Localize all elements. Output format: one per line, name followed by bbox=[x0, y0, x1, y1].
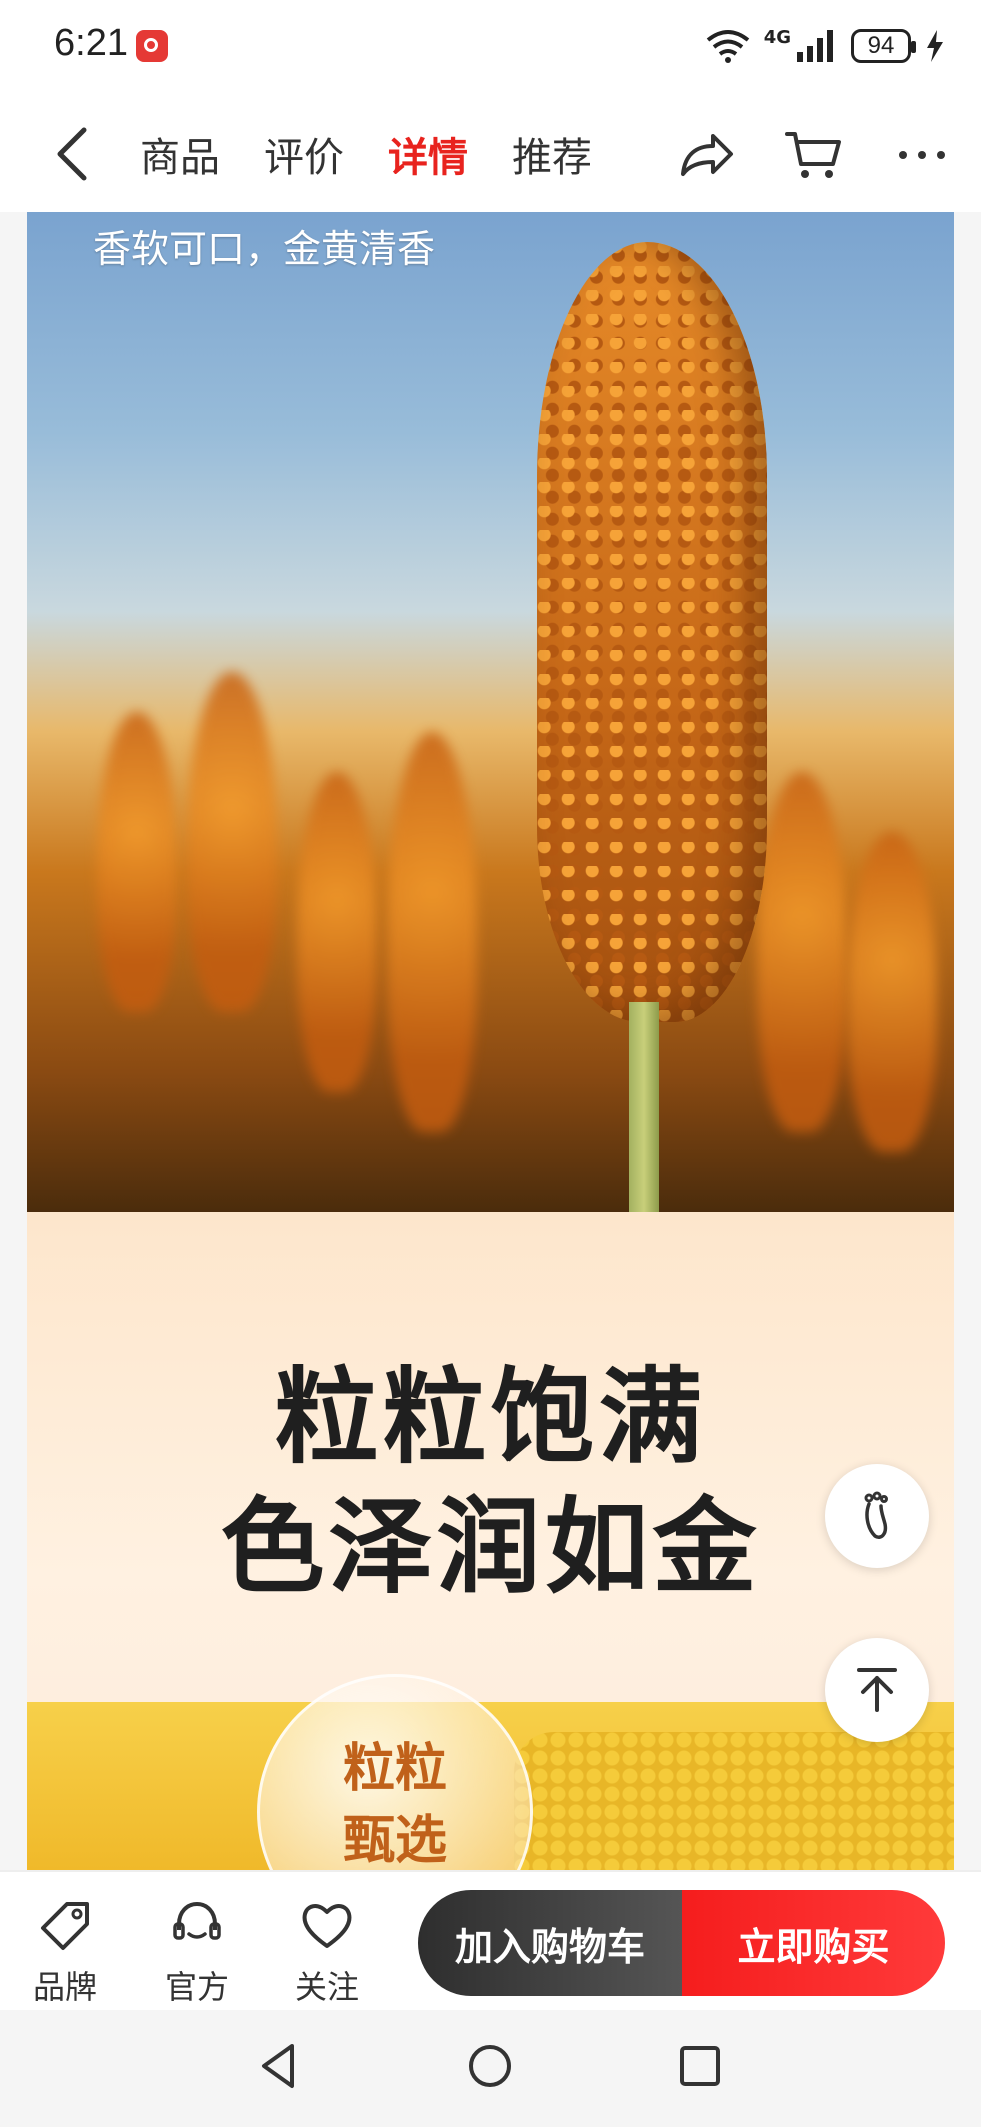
nav-home-icon[interactable] bbox=[460, 2036, 520, 2096]
sorghum-head bbox=[537, 242, 767, 1022]
app-notification-icon bbox=[136, 30, 168, 62]
product-detail-content[interactable]: 香软可口，金黄清香 粒粒饱满 色泽润如金 粒粒 甄选 bbox=[27, 212, 954, 1870]
back-to-top-button[interactable] bbox=[825, 1638, 929, 1742]
back-icon[interactable] bbox=[48, 124, 98, 184]
add-to-cart-button[interactable]: 加入购物车 bbox=[418, 1890, 682, 1996]
status-icons: 4G 94 bbox=[706, 24, 945, 68]
headline-line-1: 粒粒饱满 bbox=[274, 1356, 707, 1478]
battery-level: 94 bbox=[867, 32, 895, 59]
bubble-line-2: 甄选 bbox=[342, 1811, 447, 1870]
quality-panel: 粒粒饱满 色泽润如金 粒粒 甄选 bbox=[27, 1212, 954, 1870]
footprint-button[interactable] bbox=[825, 1464, 929, 1568]
footprint-icon bbox=[864, 1491, 888, 1539]
status-time: 6:21 bbox=[54, 22, 128, 64]
background-stalk bbox=[847, 832, 937, 1152]
section-tabs: 商品 评价 详情 推荐 bbox=[140, 124, 592, 184]
sorghum-stem bbox=[629, 1002, 659, 1212]
background-stalk bbox=[297, 772, 377, 1092]
sorghum-hero-image: 香软可口，金黄清香 bbox=[27, 212, 954, 1212]
bubble-line-1: 粒粒 bbox=[342, 1739, 447, 1799]
official-label: 官方 bbox=[164, 1968, 229, 2006]
background-stalk bbox=[187, 672, 277, 1012]
nav-back-icon[interactable] bbox=[250, 2036, 310, 2096]
status-bar: 6:21 4G 94 bbox=[0, 0, 981, 96]
tag-icon bbox=[41, 1902, 89, 1950]
purchase-buttons: 加入购物车 立即购买 bbox=[418, 1890, 945, 1996]
back-to-top-icon bbox=[857, 1668, 897, 1712]
tab-reviews[interactable]: 评价 bbox=[264, 125, 344, 183]
grain-pile bbox=[514, 1732, 954, 1870]
bottom-action-bar: 品牌 官方 关注 加入购物车 立即购买 bbox=[0, 1870, 981, 2012]
buy-now-button[interactable]: 立即购买 bbox=[682, 1890, 945, 1996]
follow-label: 关注 bbox=[294, 1968, 359, 2006]
brand-button[interactable]: 品牌 bbox=[20, 1896, 110, 2008]
brand-label: 品牌 bbox=[32, 1968, 97, 2006]
heart-icon bbox=[302, 1904, 352, 1948]
background-stalk bbox=[97, 712, 177, 1012]
official-button[interactable]: 官方 bbox=[152, 1896, 242, 2008]
tab-product[interactable]: 商品 bbox=[140, 125, 220, 183]
more-icon[interactable] bbox=[891, 124, 953, 186]
signal-icon bbox=[797, 30, 833, 62]
charging-icon bbox=[927, 30, 943, 62]
cart-icon[interactable] bbox=[783, 124, 845, 186]
follow-button[interactable]: 关注 bbox=[282, 1896, 372, 2008]
hero-caption: 香软可口，金黄清香 bbox=[93, 227, 436, 271]
background-stalk bbox=[387, 732, 477, 1132]
customer-service-icon bbox=[173, 1901, 221, 1940]
background-stalk bbox=[757, 772, 847, 1132]
tab-details[interactable]: 详情 bbox=[388, 125, 468, 183]
wifi-icon bbox=[706, 30, 749, 63]
top-navigation: 商品 评价 详情 推荐 bbox=[0, 96, 981, 212]
header-actions bbox=[675, 124, 953, 186]
bubble-text: 粒粒 甄选 bbox=[260, 1733, 530, 1870]
share-icon[interactable] bbox=[675, 124, 737, 186]
nav-recent-apps-icon[interactable] bbox=[670, 2036, 730, 2096]
battery-icon: 94 bbox=[851, 29, 916, 63]
network-type: 4G bbox=[763, 26, 791, 48]
system-navigation-bar bbox=[0, 2010, 981, 2127]
tab-recommend[interactable]: 推荐 bbox=[512, 125, 592, 183]
headline-line-2: 色泽润如金 bbox=[220, 1486, 761, 1608]
